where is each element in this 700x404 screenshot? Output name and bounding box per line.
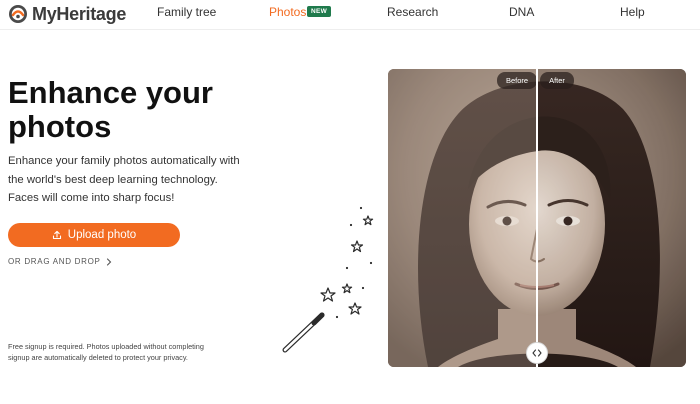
logo-link[interactable]: MyHeritage <box>8 3 126 25</box>
privacy-line-1: Free signup is required. Photos uploaded… <box>8 342 204 351</box>
privacy-line-2: signup are automatically deleted to prot… <box>8 353 188 362</box>
title-line-2: photos <box>8 109 112 144</box>
myheritage-logo-icon <box>9 5 27 23</box>
upload-photo-label: Upload photo <box>67 229 137 241</box>
drag-and-drop-label: OR DRAG AND DROP <box>8 257 101 266</box>
sparkle-stars-icon <box>320 215 374 315</box>
desc-line-1: Enhance your family photos automatically… <box>8 155 240 167</box>
nav-item-dna[interactable]: DNA <box>509 5 534 19</box>
before-label: Before <box>497 72 537 89</box>
top-navigation: MyHeritage Family tree Photos NEW Resear… <box>0 0 700 30</box>
compare-divider[interactable] <box>536 69 538 367</box>
upload-photo-button[interactable]: Upload photo <box>8 223 180 247</box>
nav-item-help[interactable]: Help <box>620 5 645 19</box>
hero-description: Enhance your family photos automatically… <box>8 152 258 208</box>
desc-line-2: the world's best deep learning technolog… <box>8 173 218 186</box>
magic-wand-icon <box>282 312 325 353</box>
nav-item-family-tree[interactable]: Family tree <box>157 5 216 19</box>
desc-line-3: Faces will come into sharp focus! <box>8 192 175 204</box>
nav-item-research[interactable]: Research <box>387 5 438 19</box>
title-line-1: Enhance your <box>8 75 213 110</box>
after-label: After <box>540 72 574 89</box>
page-title: Enhance your photos <box>8 76 338 144</box>
nav-item-photos[interactable]: Photos <box>269 5 306 19</box>
privacy-notice: Free signup is required. Photos uploaded… <box>8 341 243 363</box>
upload-icon <box>52 230 61 240</box>
compare-slider-handle[interactable] <box>526 342 548 364</box>
chevron-right-icon <box>106 257 111 266</box>
brand-name: MyHeritage <box>32 3 127 24</box>
drag-and-drop-link[interactable]: OR DRAG AND DROP <box>8 257 112 266</box>
before-after-photo: Before After <box>388 69 686 367</box>
compare-slider-icon <box>532 349 542 357</box>
magic-wand-illustration <box>282 206 374 353</box>
new-badge: NEW <box>307 6 332 17</box>
